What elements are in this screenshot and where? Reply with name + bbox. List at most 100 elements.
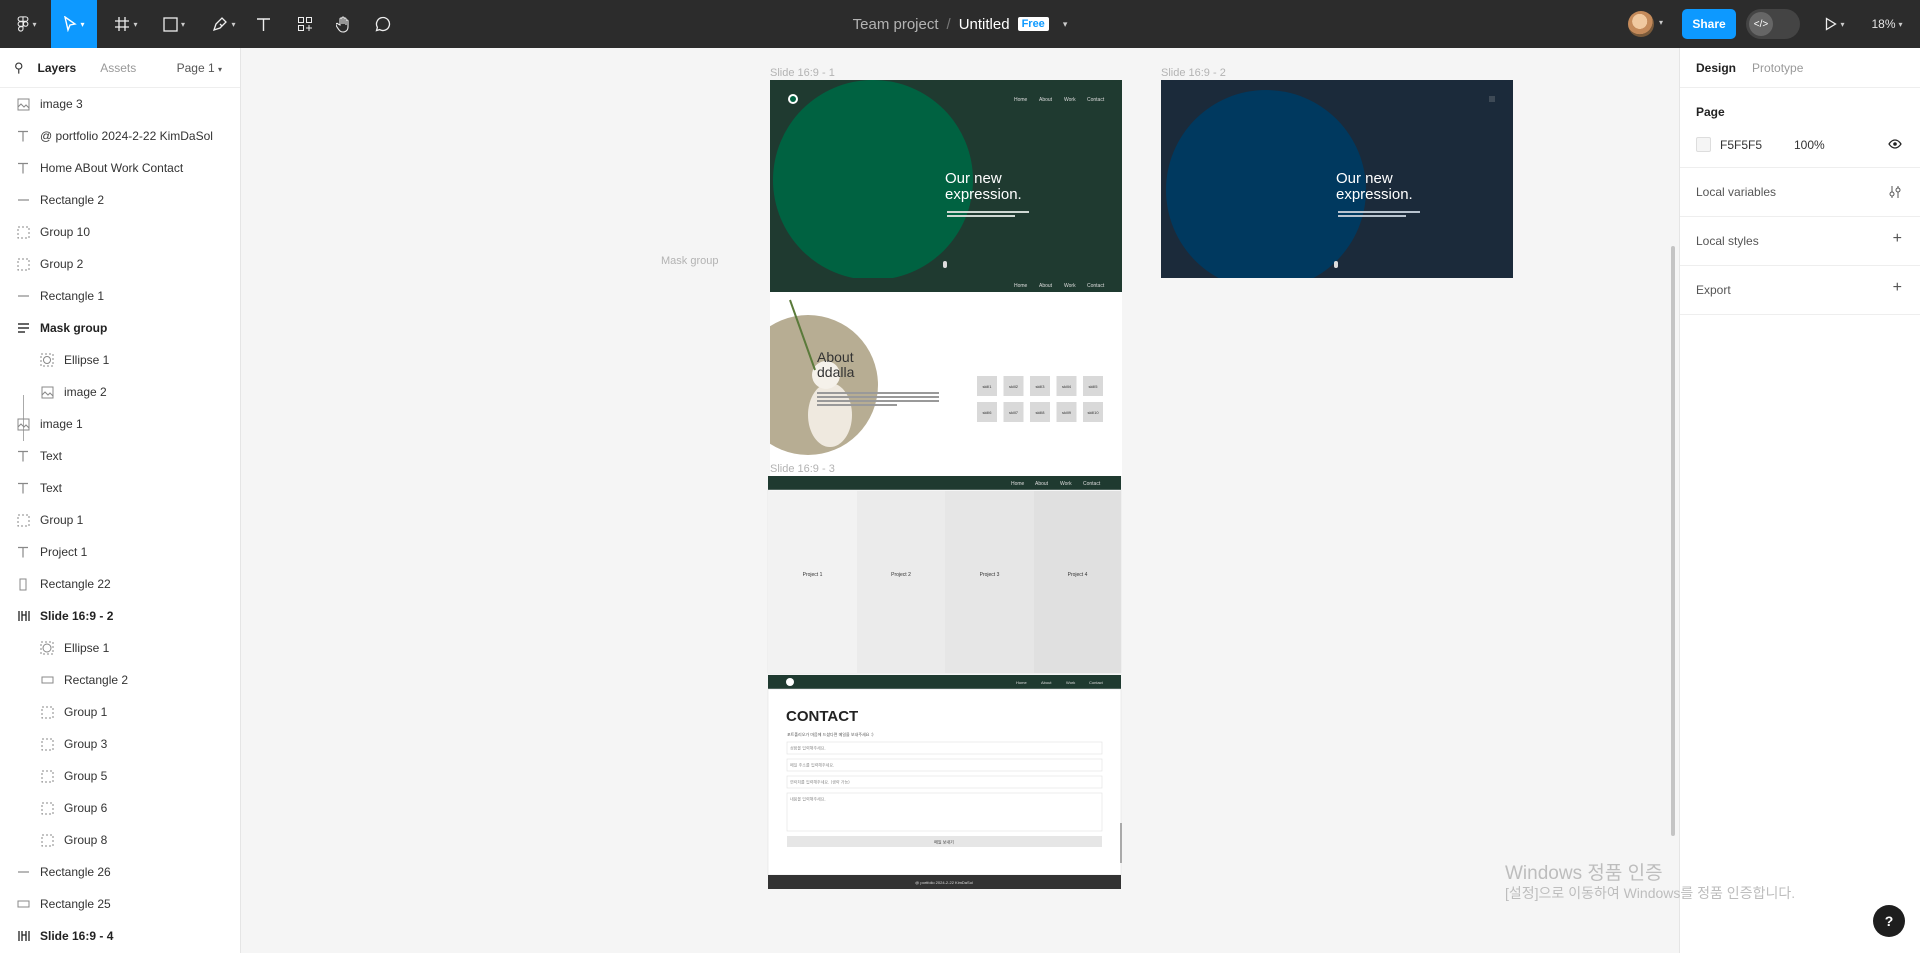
frame-tool[interactable]: ▾ [108, 0, 144, 48]
frame-label-slide1[interactable]: Slide 16:9 - 1 [770, 67, 835, 79]
scroll-indicator [1120, 823, 1122, 863]
layer-row[interactable]: Project 1 [0, 536, 240, 568]
contact-input[interactable] [786, 741, 1103, 755]
page-color-hex[interactable]: F5F5F5 [1720, 138, 1762, 152]
nav-contact[interactable]: Contact [1089, 680, 1104, 685]
dev-mode-toggle[interactable]: </> [1746, 9, 1800, 39]
chevron-down-icon[interactable]: ▾ [1659, 18, 1663, 27]
nav-about[interactable]: About [1039, 97, 1053, 103]
nav-work[interactable]: Work [1066, 680, 1075, 685]
nav-home[interactable]: Home [1011, 481, 1025, 487]
layer-row[interactable]: image 2 [0, 376, 240, 408]
nav-work[interactable]: Work [1064, 283, 1076, 289]
avatar[interactable] [1628, 11, 1654, 37]
layer-row[interactable]: Text [0, 440, 240, 472]
contact-input[interactable] [786, 792, 1103, 832]
canvas-vertical-scrollbar[interactable] [1671, 246, 1675, 836]
chevron-down-icon: ▾ [32, 19, 37, 29]
layer-label: Rectangle 2 [64, 673, 129, 687]
layer-row[interactable]: Group 1 [0, 504, 240, 536]
frame-label-slide3[interactable]: Slide 16:9 - 3 [770, 463, 835, 475]
layer-row[interactable]: Slide 16:9 - 4 [0, 920, 240, 952]
layer-row[interactable]: Group 2 [0, 248, 240, 280]
layer-row[interactable]: Slide 16:9 - 2 [0, 600, 240, 632]
layer-row[interactable]: Text [0, 472, 240, 504]
layer-row[interactable]: Group 10 [0, 216, 240, 248]
layer-row[interactable]: Rectangle 26 [0, 856, 240, 888]
nav-home[interactable]: Home [1016, 680, 1027, 685]
nav-about[interactable]: About [1041, 680, 1052, 685]
layer-label: Group 8 [64, 833, 108, 847]
layer-row[interactable]: @ portfolio 2024-2-22 KimDaSol [0, 120, 240, 152]
layer-row[interactable]: Rectangle 1 [0, 280, 240, 312]
shape-tool[interactable]: ▾ [156, 0, 192, 48]
nav-contact[interactable]: Contact [1087, 283, 1105, 289]
layer-row[interactable]: Rectangle 2 [0, 184, 240, 216]
export-section[interactable]: Export + [1680, 266, 1920, 315]
layer-row[interactable]: image 3 [0, 88, 240, 120]
layer-row[interactable]: Group 5 [0, 760, 240, 792]
comment-tool[interactable] [372, 0, 394, 48]
page-select[interactable]: Page 1 ▾ [177, 61, 222, 75]
tab-prototype[interactable]: Prototype [1752, 61, 1803, 75]
pen-tool[interactable]: ▾ [206, 0, 242, 48]
variables-sliders-icon[interactable] [1888, 185, 1902, 199]
help-button[interactable]: ? [1873, 905, 1905, 937]
layer-row[interactable]: Rectangle 25 [0, 888, 240, 920]
layer-row[interactable]: Group 8 [0, 824, 240, 856]
plan-badge[interactable]: Free [1017, 17, 1049, 31]
frame-label-slide2[interactable]: Slide 16:9 - 2 [1161, 67, 1226, 79]
text-tool[interactable] [252, 0, 274, 48]
hand-tool[interactable] [333, 0, 355, 48]
project-column[interactable] [1034, 491, 1121, 673]
layer-row[interactable]: Ellipse 1 [0, 632, 240, 664]
nav-work[interactable]: Work [1060, 481, 1072, 487]
tab-assets[interactable]: Assets [100, 61, 136, 75]
add-plus-icon[interactable]: + [1893, 279, 1902, 297]
about-body-text [817, 392, 939, 394]
layer-row[interactable]: Ellipse 1 [0, 344, 240, 376]
project-column[interactable] [768, 491, 857, 673]
layer-row[interactable]: Home ABout Work Contact [0, 152, 240, 184]
local-styles-section[interactable]: Local styles + [1680, 217, 1920, 266]
page-color-swatch[interactable] [1696, 137, 1711, 152]
present-button[interactable]: ▾ [1822, 0, 1848, 48]
resources-tool[interactable] [294, 0, 316, 48]
layer-row[interactable]: Group 1 [0, 696, 240, 728]
tab-layers[interactable]: Layers [38, 61, 77, 75]
project-column[interactable] [945, 491, 1034, 673]
file-name[interactable]: Untitled [959, 16, 1010, 33]
chevron-down-icon[interactable]: ▾ [1063, 19, 1068, 30]
layer-row[interactable]: Rectangle 22 [0, 568, 240, 600]
nav-about[interactable]: About [1035, 481, 1049, 487]
local-variables-section[interactable]: Local variables [1680, 168, 1920, 217]
search-icon[interactable]: ⚲ [14, 60, 24, 76]
project-column[interactable] [857, 491, 945, 673]
layer-row[interactable]: Group 6 [0, 792, 240, 824]
nav-about[interactable]: About [1039, 283, 1053, 289]
zoom-menu[interactable]: 18% ▾ [1864, 0, 1910, 48]
page-opacity[interactable]: 100% [1794, 138, 1825, 152]
nav-home[interactable]: Home [1014, 283, 1028, 289]
layer-row[interactable]: Mask group [0, 312, 240, 344]
canvas[interactable]: Slide 16:9 - 1 Mask group Home About Wor… [242, 48, 1678, 953]
project-name[interactable]: Team project [853, 16, 939, 33]
move-tool[interactable]: ▾ [51, 0, 97, 48]
main-menu-button[interactable]: ▾ [10, 0, 44, 48]
nav-home[interactable]: Home [1014, 97, 1028, 103]
frame-label-mask-group[interactable]: Mask group [661, 255, 718, 267]
eye-icon[interactable] [1888, 139, 1902, 149]
share-button[interactable]: Share [1682, 9, 1736, 39]
nav-contact[interactable]: Contact [1087, 97, 1105, 103]
tab-design[interactable]: Design [1696, 61, 1736, 75]
layer-row[interactable]: Group 3 [0, 728, 240, 760]
text-icon [16, 129, 30, 143]
add-plus-icon[interactable]: + [1893, 230, 1902, 248]
layer-row[interactable]: Rectangle 2 [0, 664, 240, 696]
rectangle-icon [163, 16, 178, 32]
layer-row[interactable]: image 1 [0, 408, 240, 440]
nav-contact[interactable]: Contact [1083, 481, 1101, 487]
layer-label: Group 1 [40, 513, 84, 527]
ellipse-icon [40, 641, 54, 655]
nav-work[interactable]: Work [1064, 97, 1076, 103]
